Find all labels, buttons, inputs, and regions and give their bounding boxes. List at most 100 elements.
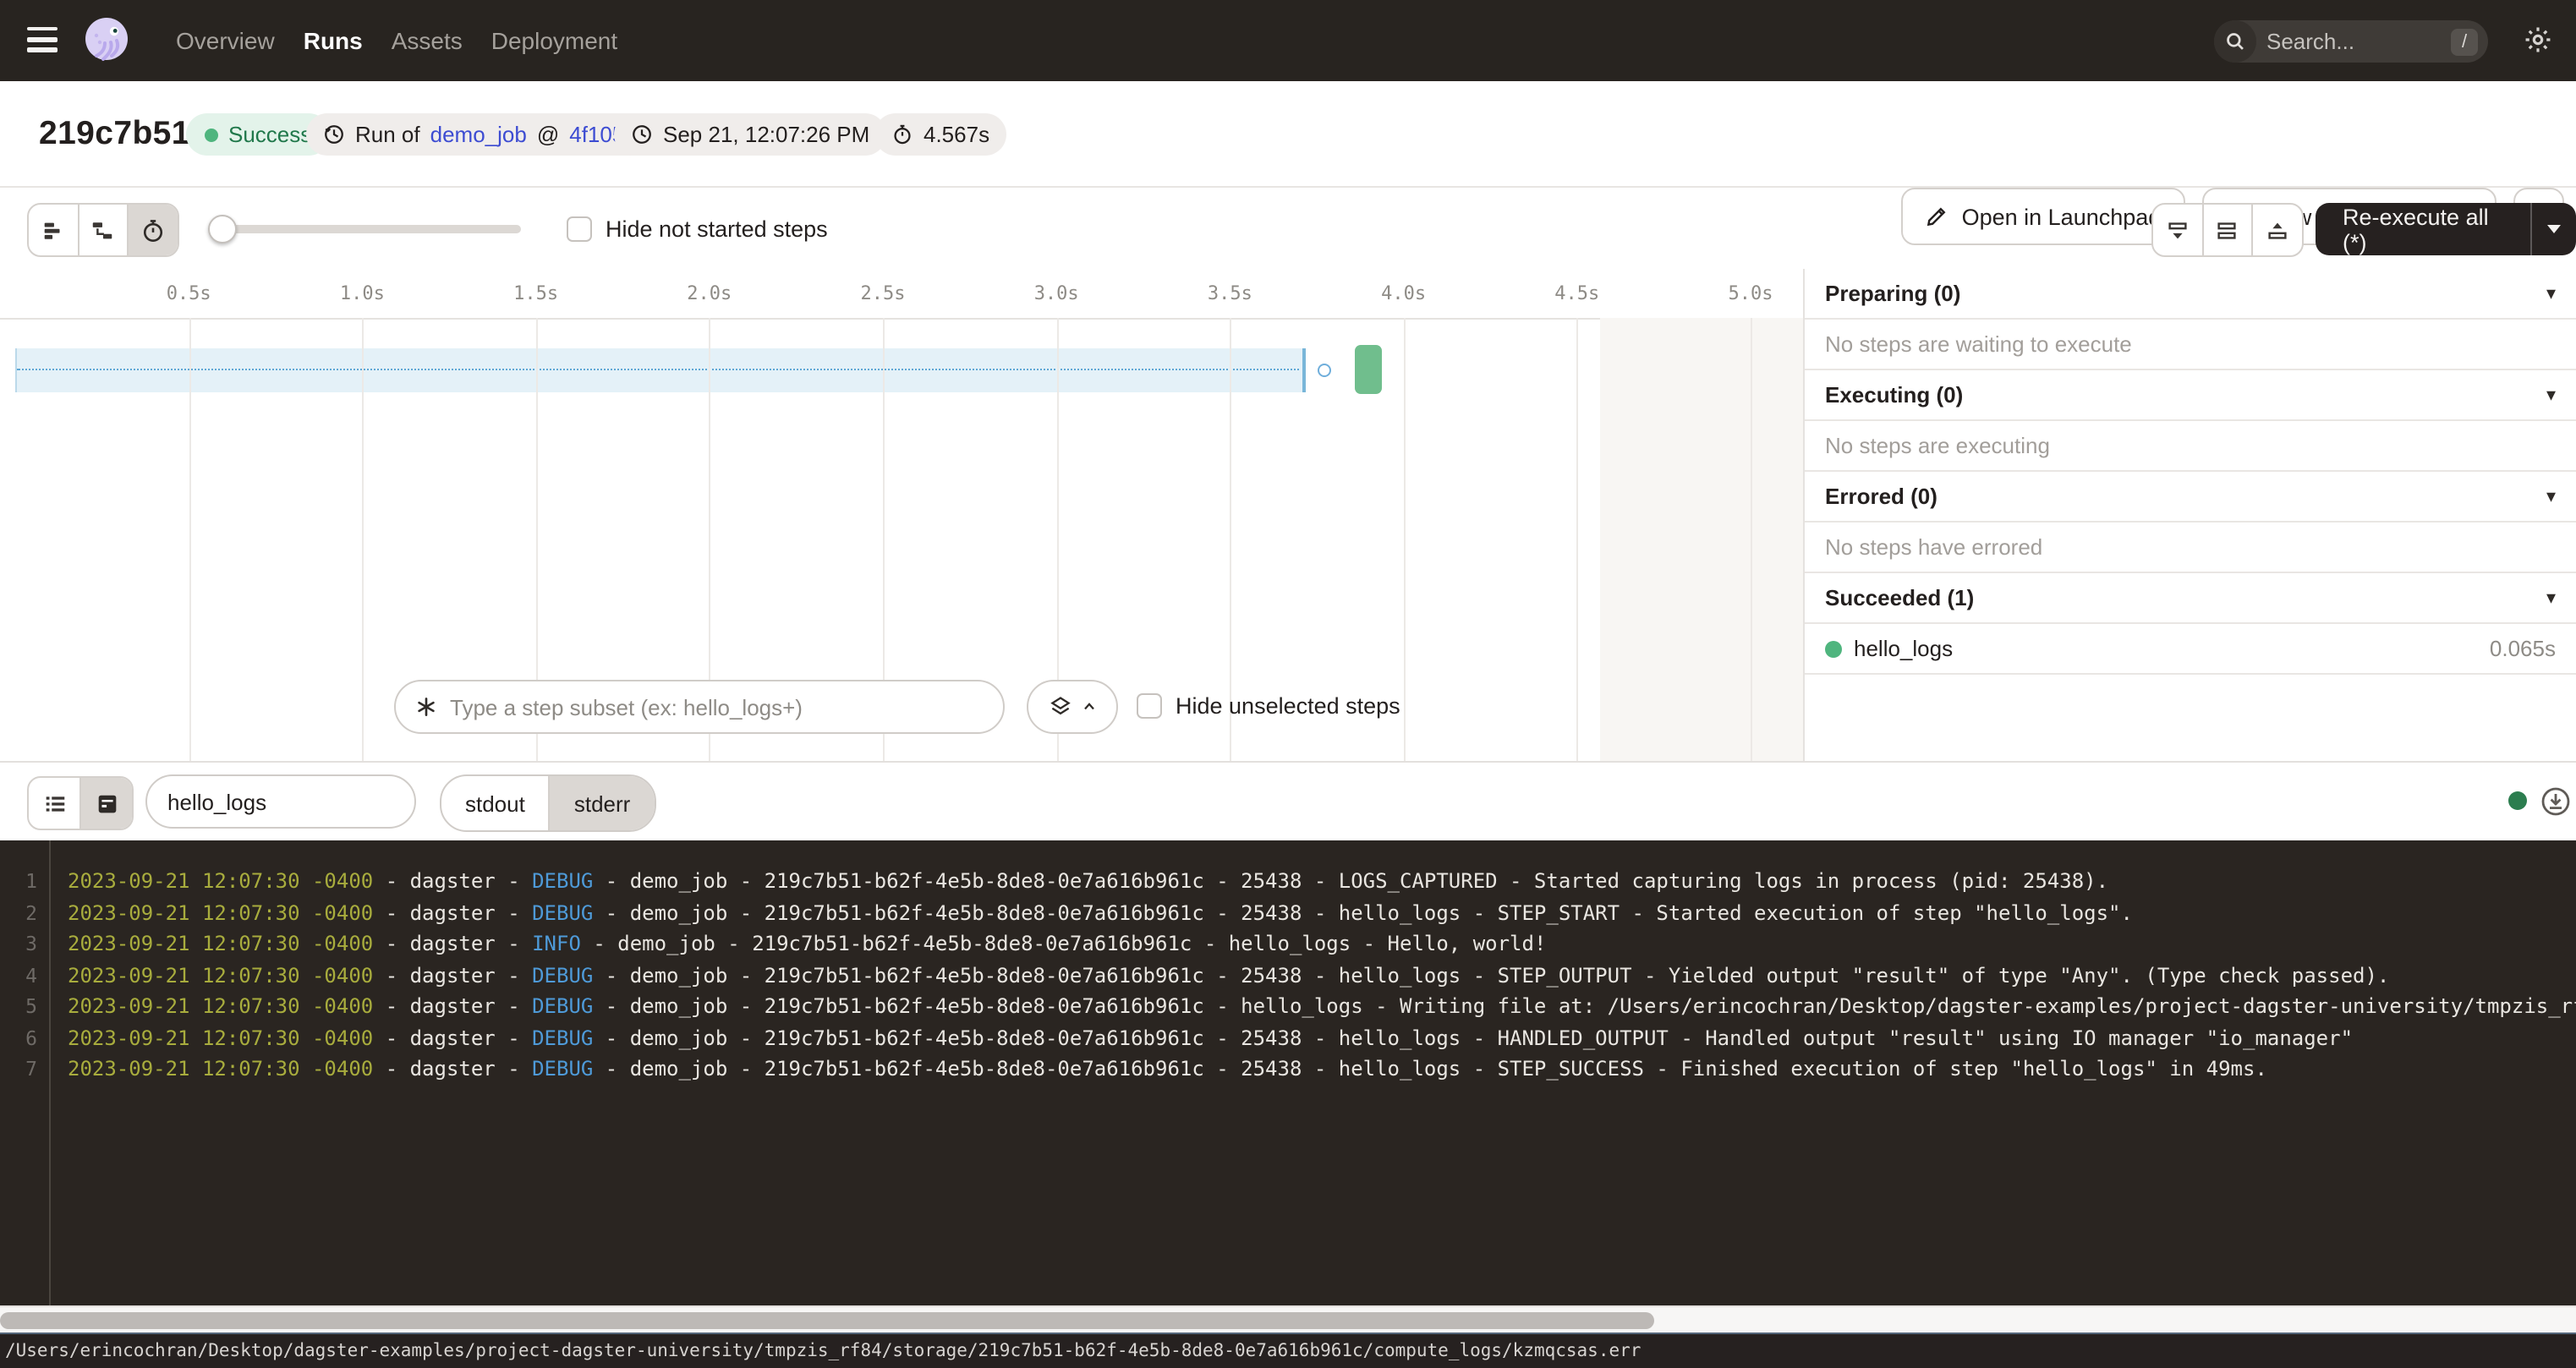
tab-stderr[interactable]: stderr — [549, 776, 654, 830]
log-line: 32023-09-21 12:07:30 -0400 - dagster - I… — [0, 928, 2576, 960]
hide-not-started-checkbox[interactable] — [567, 216, 592, 242]
panel-section-header[interactable]: Executing (0)▾ — [1805, 370, 2576, 421]
download-icon — [2540, 786, 2571, 817]
panel-section-header[interactable]: Preparing (0)▾ — [1805, 269, 2576, 320]
clock-icon — [631, 123, 653, 145]
gear-icon[interactable] — [2524, 25, 2552, 54]
step-success-dot — [1825, 640, 1842, 657]
panel-expand-bottom-button[interactable] — [2153, 205, 2201, 255]
axis-tick: 1.5s — [513, 282, 558, 304]
log-line-number: 6 — [0, 1022, 37, 1053]
panel-section-title: Preparing (0) — [1825, 281, 2546, 306]
succeeded-step-row[interactable]: hello_logs0.065s — [1805, 624, 2576, 675]
panel-section-title: Errored (0) — [1825, 484, 2546, 509]
history-icon — [323, 123, 345, 145]
panel-up-icon — [2265, 217, 2290, 243]
stopwatch-icon — [891, 123, 913, 145]
gridline — [362, 318, 364, 761]
axis-tick: 3.0s — [1034, 282, 1079, 304]
log-line-number: 1 — [0, 866, 37, 897]
log-line-text: 2023-09-21 12:07:30 -0400 - dagster - DE… — [68, 960, 2389, 991]
nav-item-overview[interactable]: Overview — [176, 27, 275, 54]
panel-section-header[interactable]: Succeeded (1)▾ — [1805, 573, 2576, 624]
caret-down-icon: ▾ — [2546, 384, 2556, 406]
gantt-waterfall-view-button[interactable] — [77, 205, 127, 255]
log-line-text: 2023-09-21 12:07:30 -0400 - dagster - DE… — [68, 991, 2576, 1022]
chevron-down-icon — [2547, 225, 2561, 233]
panel-section-header[interactable]: Errored (0)▾ — [1805, 472, 2576, 523]
dagster-logo[interactable] — [81, 15, 132, 66]
list-icon — [41, 791, 67, 816]
log-line: 4 2023-09-21 12:07:30 -0400 - dagster - D… — [0, 960, 2576, 991]
log-line-text: 2023-09-21 12:07:30 -0400 - dagster - DE… — [68, 1053, 2267, 1085]
reexecute-dropdown-button[interactable] — [2531, 203, 2576, 255]
tab-stdout[interactable]: stdout — [441, 776, 549, 830]
axis-tick: 3.5s — [1208, 282, 1252, 304]
stdout-stderr-tabs: stdoutstderr — [440, 774, 655, 832]
gantt-zoom-slider-knob[interactable] — [208, 215, 237, 244]
search-shortcut-badge: / — [2451, 28, 2478, 55]
log-line-text: 2023-09-21 12:07:30 -0400 - dagster - DE… — [68, 897, 2133, 928]
panel-empty-message: No steps are waiting to execute — [1805, 320, 2576, 370]
step-status-panel: Preparing (0)▾No steps are waiting to ex… — [1803, 269, 2576, 761]
open-in-launchpad-button[interactable]: Open in Launchpad — [1901, 188, 2185, 245]
log-line-text: 2023-09-21 12:07:30 -0400 - dagster - DE… — [68, 1022, 2353, 1053]
hide-unselected-label: Hide unselected steps — [1176, 693, 1400, 719]
nav-item-assets[interactable]: Assets — [392, 27, 463, 54]
hide-unselected-checkbox[interactable] — [1137, 693, 1162, 719]
log-line-text: 2023-09-21 12:07:30 -0400 - dagster - DE… — [68, 866, 2108, 897]
top-navbar: Overview Runs Assets Deployment Search... / — [0, 0, 2576, 81]
success-dot-icon — [205, 128, 218, 141]
gantt-zoom-slider[interactable] — [208, 225, 521, 233]
log-line: 6 2023-09-21 12:07:30 -0400 - dagster - D… — [0, 1022, 2576, 1053]
waiting-dotted-line — [17, 369, 1300, 370]
log-step-filter-input[interactable]: hello_logs — [145, 774, 416, 829]
gantt-chart: 0.5s1.0s1.5s2.0s2.5s3.0s3.5s4.0s4.5s5.0s… — [0, 269, 1803, 761]
search-input[interactable]: Search... / — [2214, 20, 2488, 63]
log-line: 7 2023-09-21 12:07:30 -0400 - dagster - D… — [0, 1053, 2576, 1085]
log-line-number: 7 — [0, 1053, 37, 1085]
log-path-statusbar: /Users/erincochran/Desktop/dagster-examp… — [0, 1332, 2576, 1368]
console-icon — [94, 791, 119, 816]
panel-empty-message: No steps have errored — [1805, 523, 2576, 573]
axis-tick: 2.0s — [687, 282, 732, 304]
log-line-text: 2023-09-21 12:07:30 -0400 - dagster - IN… — [68, 928, 1546, 960]
step-subset-placeholder: Type a step subset (ex: hello_logs+) — [450, 694, 803, 720]
raw-log-view-button[interactable] — [79, 778, 132, 829]
panel-split-icon — [2215, 217, 2240, 243]
log-step-filter-value: hello_logs — [167, 789, 266, 814]
scrollbar-thumb[interactable] — [0, 1312, 1654, 1329]
step-execution-bar[interactable] — [1355, 345, 1383, 394]
gantt-flat-view-button[interactable] — [29, 205, 77, 255]
download-log-button[interactable] — [2540, 786, 2571, 817]
log-horizontal-scrollbar[interactable] — [0, 1305, 2576, 1332]
layers-icon — [1048, 695, 1072, 719]
graph-query-toggle-button[interactable] — [1027, 680, 1118, 734]
run-content: 0.5s1.0s1.5s2.0s2.5s3.0s3.5s4.0s4.5s5.0s… — [0, 269, 2576, 761]
log-line-number: 2 — [0, 897, 37, 928]
step-duration: 0.065s — [2490, 636, 2556, 661]
reexecute-all-button[interactable]: Re-execute all (*) — [2316, 203, 2531, 255]
nav-item-deployment[interactable]: Deployment — [491, 27, 617, 54]
nav-item-runs[interactable]: Runs — [304, 27, 363, 54]
panel-split-even-button[interactable] — [2201, 205, 2251, 255]
hamburger-menu-icon[interactable] — [27, 27, 58, 52]
timer-icon — [140, 217, 166, 243]
step-subset-input[interactable]: Type a step subset (ex: hello_logs+) — [394, 680, 1005, 734]
panel-expand-top-button[interactable] — [2251, 205, 2301, 255]
beyond-duration-region — [1600, 318, 1803, 761]
job-link[interactable]: demo_job — [430, 122, 527, 147]
run-duration-pill: 4.567s — [874, 113, 1006, 156]
run-timestamp-pill: Sep 21, 12:07:26 PM — [614, 113, 886, 156]
at-separator: @ — [537, 122, 559, 147]
gantt-timed-view-button[interactable] — [127, 205, 177, 255]
log-line: 2 2023-09-21 12:07:30 -0400 - dagster - D… — [0, 897, 2576, 928]
log-line-number: 4 — [0, 960, 37, 991]
panel-down-icon — [2165, 217, 2190, 243]
dagster-run-page: Overview Runs Assets Deployment Search... /… — [0, 0, 2576, 1368]
flat-gantt-icon — [41, 217, 66, 243]
run-header: 219c7b51 Success Run of demo_job @ 4f105… — [0, 81, 2576, 188]
run-of-prefix: Run of — [355, 122, 420, 147]
structured-log-view-button[interactable] — [29, 778, 79, 829]
panel-section-title: Executing (0) — [1825, 382, 2546, 408]
